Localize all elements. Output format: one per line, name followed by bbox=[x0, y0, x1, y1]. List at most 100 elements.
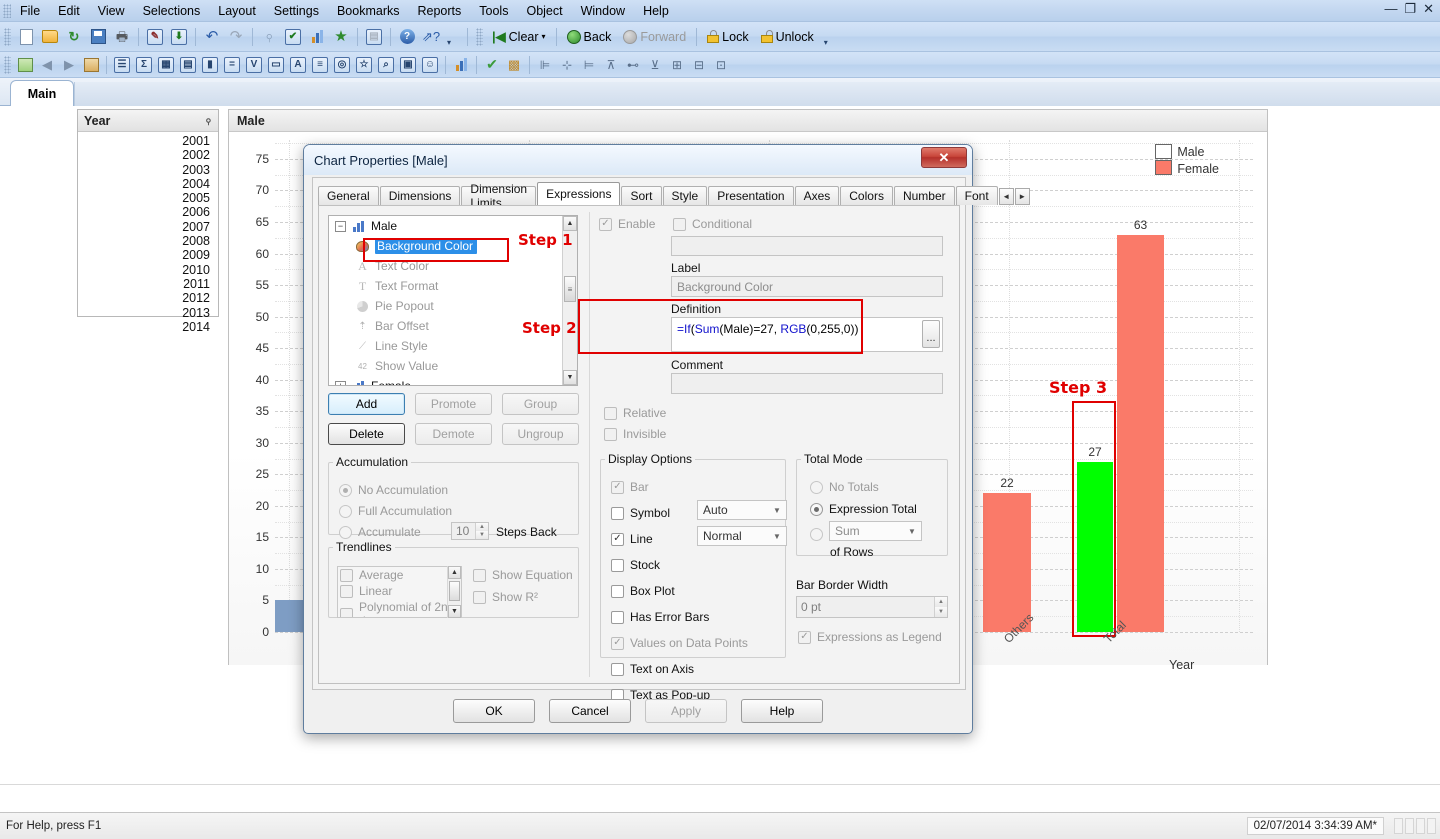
trendlines-scrollbar[interactable]: ▲ ▼ bbox=[447, 566, 461, 618]
chevron-down-icon[interactable]: ▼ bbox=[905, 527, 919, 536]
reload-document-icon[interactable]: ↻ bbox=[63, 26, 85, 48]
tree-toggle-icon[interactable]: + bbox=[335, 381, 346, 387]
expression-tree-item-show-value[interactable]: 42Show Value bbox=[329, 356, 577, 376]
lock-button[interactable]: Lock bbox=[701, 26, 754, 48]
list-item[interactable]: 2009 bbox=[78, 248, 218, 262]
create-multi-box-icon[interactable]: ▤ bbox=[178, 55, 198, 75]
list-item[interactable]: 2012 bbox=[78, 291, 218, 305]
print-icon[interactable]: 🖶 bbox=[111, 26, 133, 48]
distribute-h-icon[interactable]: ⊞ bbox=[667, 55, 687, 75]
navigation-toolbar-overflow-icon[interactable]: ▾ bbox=[820, 27, 832, 47]
previous-sheet-icon[interactable]: ◀ bbox=[37, 55, 57, 75]
help-button[interactable]: Help bbox=[741, 699, 823, 723]
tab-dimension-limits[interactable]: Dimension Limits bbox=[461, 186, 536, 205]
undo-icon[interactable]: ↶ bbox=[201, 26, 223, 48]
menu-object[interactable]: Object bbox=[517, 2, 571, 20]
edit-module-icon[interactable]: ▤ bbox=[363, 26, 385, 48]
tab-scroll-left-icon[interactable]: ◄ bbox=[999, 188, 1014, 205]
add-bookmark-icon[interactable]: ★ bbox=[330, 26, 352, 48]
scroll-up-icon[interactable]: ▲ bbox=[448, 566, 461, 579]
align-top-icon[interactable]: ⊼ bbox=[601, 55, 621, 75]
display-option-line[interactable]: ✓Line bbox=[611, 532, 653, 546]
add-button[interactable]: Add bbox=[328, 393, 405, 415]
align-right-icon[interactable]: ⊨ bbox=[579, 55, 599, 75]
chart-bar-total-female[interactable] bbox=[1117, 235, 1164, 632]
sheet-tab-main[interactable]: Main bbox=[10, 80, 74, 107]
stepper-buttons[interactable]: ▲▼ bbox=[475, 523, 488, 539]
save-document-icon[interactable] bbox=[87, 26, 109, 48]
list-item[interactable]: 2011 bbox=[78, 277, 218, 291]
minimize-icon[interactable]: — bbox=[1384, 3, 1397, 15]
align-middle-icon[interactable]: ⊷ bbox=[623, 55, 643, 75]
edit-script-icon[interactable]: ✎ bbox=[144, 26, 166, 48]
chart-properties-dialog[interactable]: Chart Properties [Male] ✕ General Dimens… bbox=[303, 144, 973, 734]
menu-help[interactable]: Help bbox=[634, 2, 678, 20]
align-left-icon[interactable]: ⊫ bbox=[535, 55, 555, 75]
scroll-up-icon[interactable]: ▲ bbox=[563, 216, 577, 231]
menu-tools[interactable]: Tools bbox=[470, 2, 517, 20]
create-button-icon[interactable]: ▭ bbox=[266, 55, 286, 75]
create-search-object-icon[interactable]: ⌕ bbox=[376, 55, 396, 75]
tab-style[interactable]: Style bbox=[663, 186, 708, 205]
definition-input[interactable]: =If(Sum(Male)=27, RGB(0,255,0)) ... bbox=[671, 317, 943, 352]
open-document-icon[interactable] bbox=[39, 26, 61, 48]
list-item[interactable]: 2010 bbox=[78, 263, 218, 277]
tab-general[interactable]: General bbox=[318, 186, 379, 205]
create-input-box-icon[interactable]: = bbox=[222, 55, 242, 75]
cancel-button[interactable]: Cancel bbox=[549, 699, 631, 723]
list-item[interactable]: 2013 bbox=[78, 306, 218, 320]
create-slider-icon[interactable]: ◎ bbox=[332, 55, 352, 75]
space-evenly-icon[interactable]: ⊡ bbox=[711, 55, 731, 75]
scroll-down-icon[interactable]: ▼ bbox=[448, 605, 461, 618]
list-item[interactable]: 2006 bbox=[78, 205, 218, 219]
current-selections-icon[interactable]: ✔ bbox=[282, 26, 304, 48]
expression-tree-item-text-format[interactable]: TText Format bbox=[329, 276, 577, 296]
display-option-box-plot[interactable]: Box Plot bbox=[611, 584, 675, 598]
help-icon[interactable]: ? bbox=[396, 26, 418, 48]
create-line-arrow-icon[interactable]: ≡ bbox=[310, 55, 330, 75]
comment-input[interactable] bbox=[671, 373, 943, 394]
align-bottom-icon[interactable]: ⊻ bbox=[645, 55, 665, 75]
delete-button[interactable]: Delete bbox=[328, 423, 405, 445]
design-grid-icon[interactable] bbox=[451, 55, 471, 75]
new-sheet-icon[interactable] bbox=[15, 55, 35, 75]
clear-button[interactable]: |◀ Clear ▾ bbox=[486, 26, 552, 48]
stepper-buttons[interactable]: ▲▼ bbox=[934, 597, 947, 617]
dialog-close-button[interactable]: ✕ bbox=[921, 147, 967, 168]
chart-bar-others-female[interactable] bbox=[983, 493, 1031, 632]
new-document-icon[interactable] bbox=[15, 26, 37, 48]
create-custom-object-icon[interactable]: ☺ bbox=[420, 55, 440, 75]
expression-tree-item-text-color[interactable]: AText Color bbox=[329, 256, 577, 276]
menu-selections[interactable]: Selections bbox=[134, 2, 210, 20]
snap-to-grid-icon[interactable]: ▩ bbox=[504, 55, 524, 75]
tab-expressions[interactable]: Expressions bbox=[537, 182, 620, 205]
create-table-box-icon[interactable]: ▦ bbox=[156, 55, 176, 75]
list-item[interactable]: 2005 bbox=[78, 191, 218, 205]
search-icon[interactable]: ⌕ bbox=[201, 113, 216, 128]
list-item[interactable]: 2001 bbox=[78, 134, 218, 148]
close-icon[interactable]: ✕ bbox=[1423, 3, 1434, 15]
chart-wizard-icon[interactable] bbox=[306, 26, 328, 48]
reload-script-icon[interactable]: ⬇ bbox=[168, 26, 190, 48]
line-combo[interactable]: Normal ▼ bbox=[697, 526, 787, 546]
toolbar-overflow-icon[interactable]: ▾ bbox=[443, 27, 455, 47]
menu-file[interactable]: File bbox=[11, 2, 49, 20]
ok-button[interactable]: OK bbox=[453, 699, 535, 723]
tab-number[interactable]: Number bbox=[894, 186, 955, 205]
list-item[interactable]: 2014 bbox=[78, 320, 218, 334]
chevron-down-icon[interactable]: ▼ bbox=[770, 506, 784, 515]
list-item[interactable]: 2003 bbox=[78, 163, 218, 177]
list-item[interactable]: 2004 bbox=[78, 177, 218, 191]
display-option-stock[interactable]: Stock bbox=[611, 558, 660, 572]
year-list-box-items[interactable]: 2001 2002 2003 2004 2005 2006 2007 2008 … bbox=[78, 132, 218, 336]
layout-check-icon[interactable]: ✔ bbox=[482, 55, 502, 75]
conditional-input[interactable] bbox=[671, 236, 943, 256]
sheet-properties-icon[interactable] bbox=[81, 55, 101, 75]
menu-window[interactable]: Window bbox=[572, 2, 634, 20]
chevron-down-icon[interactable]: ▾ bbox=[542, 32, 546, 41]
tree-toggle-icon[interactable]: − bbox=[335, 221, 346, 232]
menu-settings[interactable]: Settings bbox=[265, 2, 328, 20]
display-option-symbol[interactable]: Symbol bbox=[611, 506, 670, 520]
year-list-box[interactable]: Year ⌕ 2001 2002 2003 2004 2005 2006 200… bbox=[77, 109, 219, 317]
expression-tree-item-female[interactable]: +Female bbox=[329, 376, 577, 386]
